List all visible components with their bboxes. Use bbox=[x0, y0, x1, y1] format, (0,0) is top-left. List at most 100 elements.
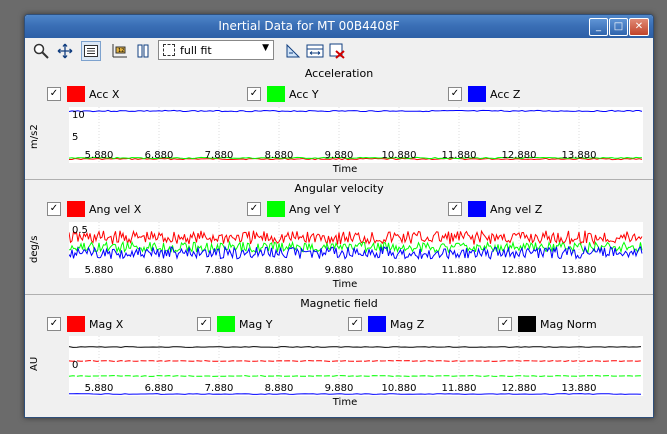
y-axis-label: m/s2 bbox=[29, 124, 40, 149]
series-color-swatch[interactable] bbox=[67, 86, 85, 102]
range-icon[interactable] bbox=[305, 41, 325, 61]
titlebar: Inertial Data for MT 00B4408F _ □ ✕ bbox=[25, 15, 653, 38]
close-button[interactable]: ✕ bbox=[629, 18, 649, 36]
series-checkbox[interactable]: ✓ bbox=[197, 317, 211, 331]
x-tick-label: 6.880 bbox=[144, 265, 174, 276]
legend-item: ✓ Acc Y bbox=[247, 86, 319, 102]
x-tick-label: 12.880 bbox=[501, 150, 537, 161]
legend-item: ✓ Ang vel Y bbox=[247, 201, 341, 217]
legend-item: ✓ Ang vel X bbox=[47, 201, 141, 217]
series-checkbox[interactable]: ✓ bbox=[247, 202, 261, 216]
series-checkbox[interactable]: ✓ bbox=[448, 87, 462, 101]
x-tick-label: 6.880 bbox=[144, 150, 174, 161]
x-tick-label: 7.880 bbox=[204, 150, 234, 161]
legend-label: Ang vel X bbox=[89, 202, 142, 216]
x-tick-label: 11.880 bbox=[441, 150, 477, 161]
fit-icon bbox=[163, 44, 175, 56]
y-tick-label: 10 bbox=[72, 110, 85, 121]
series-color-swatch[interactable] bbox=[217, 316, 235, 332]
window-title: Inertial Data for MT 00B4408F bbox=[218, 19, 400, 33]
y-tick-label: 0 bbox=[72, 360, 79, 371]
plot-area[interactable]: 0.5 5.880 6.880 7.880 8.880 9.880 10.880 11.880… bbox=[69, 222, 643, 278]
y-tick-label: 5 bbox=[72, 132, 79, 143]
x-tick-label: 12.880 bbox=[501, 265, 537, 276]
x-axis-label: Time bbox=[332, 397, 358, 408]
clear-icon[interactable] bbox=[327, 41, 347, 61]
x-tick-label: 5.880 bbox=[84, 265, 114, 276]
panel-separator bbox=[25, 179, 653, 180]
x-tick-label: 7.880 bbox=[204, 265, 234, 276]
series-color-swatch[interactable] bbox=[67, 201, 85, 217]
series-color-swatch[interactable] bbox=[267, 201, 285, 217]
legend-label: Ang vel Z bbox=[490, 202, 543, 216]
zoom-icon[interactable] bbox=[31, 41, 51, 61]
chart-title: Magnetic field bbox=[300, 297, 378, 310]
series-checkbox[interactable]: ✓ bbox=[448, 202, 462, 216]
series-line-acc-z bbox=[69, 109, 643, 113]
series-color-swatch[interactable] bbox=[368, 316, 386, 332]
legend-label: Acc Y bbox=[289, 87, 319, 101]
plot-area[interactable]: 10 5 5.880 6.880 7.880 8.880 9.880 10.880 11.880… bbox=[69, 107, 643, 163]
series-color-swatch[interactable] bbox=[267, 86, 285, 102]
x-tick-label: 8.880 bbox=[264, 265, 294, 276]
legend-item: ✓ Acc X bbox=[47, 86, 119, 102]
series-checkbox[interactable]: ✓ bbox=[47, 202, 61, 216]
legend-label: Ang vel Y bbox=[289, 202, 341, 216]
legend-label: Acc X bbox=[89, 87, 120, 101]
series-line-mag-x bbox=[69, 360, 642, 362]
x-tick-label: 13.880 bbox=[561, 265, 597, 276]
series-line-mag-y bbox=[69, 375, 642, 377]
chevron-down-icon: ▼ bbox=[262, 43, 269, 53]
y-axis-label: AU bbox=[29, 356, 40, 371]
series-checkbox[interactable]: ✓ bbox=[47, 317, 61, 331]
legend-item: ✓ Mag Y bbox=[197, 316, 272, 332]
x-tick-label: 10.880 bbox=[381, 265, 417, 276]
series-checkbox[interactable]: ✓ bbox=[348, 317, 362, 331]
series-color-swatch[interactable] bbox=[468, 201, 486, 217]
x-tick-label: 6.880 bbox=[144, 383, 174, 394]
series-checkbox[interactable]: ✓ bbox=[247, 87, 261, 101]
legend-label: Mag Y bbox=[239, 317, 273, 331]
series-color-swatch[interactable] bbox=[468, 86, 486, 102]
fit-mode-value: full fit bbox=[180, 44, 212, 57]
svg-text:12: 12 bbox=[118, 48, 124, 54]
x-tick-label: 9.880 bbox=[324, 383, 354, 394]
x-tick-label: 10.880 bbox=[381, 383, 417, 394]
x-tick-label: 8.880 bbox=[264, 150, 294, 161]
x-axis-label: Time bbox=[332, 164, 358, 175]
legend-item: ✓ Mag Norm bbox=[498, 316, 597, 332]
legend-item: ✓ Mag X bbox=[47, 316, 123, 332]
x-tick-label: 7.880 bbox=[204, 383, 234, 394]
series-checkbox[interactable]: ✓ bbox=[47, 87, 61, 101]
legend-label: Mag Norm bbox=[540, 317, 597, 331]
legend-item: ✓ Mag Z bbox=[348, 316, 424, 332]
minimize-button[interactable]: _ bbox=[589, 18, 608, 36]
x-tick-label: 13.880 bbox=[561, 383, 597, 394]
x-tick-label: 13.880 bbox=[561, 150, 597, 161]
series-line-ang-vel-z bbox=[69, 245, 643, 261]
legend-label: Mag X bbox=[89, 317, 124, 331]
axis-settings-icon[interactable]: 12 bbox=[109, 41, 129, 61]
pause-icon[interactable] bbox=[133, 41, 153, 61]
chart-title: Acceleration bbox=[304, 67, 374, 80]
panel-separator bbox=[25, 294, 653, 295]
x-tick-label: 11.880 bbox=[441, 383, 477, 394]
fit-mode-select[interactable]: full fit ▼ bbox=[158, 40, 274, 60]
inertial-data-window: Inertial Data for MT 00B4408F _ □ ✕ 12 f… bbox=[24, 14, 654, 418]
plot-area[interactable]: 0 5.880 6.880 7.880 8.880 9.880 10.880 11.880 12… bbox=[69, 336, 643, 396]
legend-item: ✓ Ang vel Z bbox=[448, 201, 542, 217]
series-line-ang-vel-x bbox=[69, 229, 643, 246]
y-axis-label: deg/s bbox=[29, 235, 40, 263]
scale-icon[interactable] bbox=[283, 41, 303, 61]
y-tick-label: 0.5 bbox=[72, 225, 88, 236]
x-tick-label: 9.880 bbox=[324, 150, 354, 161]
x-tick-label: 12.880 bbox=[501, 383, 537, 394]
series-color-swatch[interactable] bbox=[67, 316, 85, 332]
maximize-button[interactable]: □ bbox=[609, 18, 628, 36]
series-color-swatch[interactable] bbox=[518, 316, 536, 332]
legend-label: Acc Z bbox=[490, 87, 521, 101]
series-checkbox[interactable]: ✓ bbox=[498, 317, 512, 331]
toolbar: 12 full fit ▼ bbox=[25, 38, 653, 64]
legend-toggle-icon[interactable] bbox=[81, 41, 101, 61]
pan-icon[interactable] bbox=[55, 41, 75, 61]
